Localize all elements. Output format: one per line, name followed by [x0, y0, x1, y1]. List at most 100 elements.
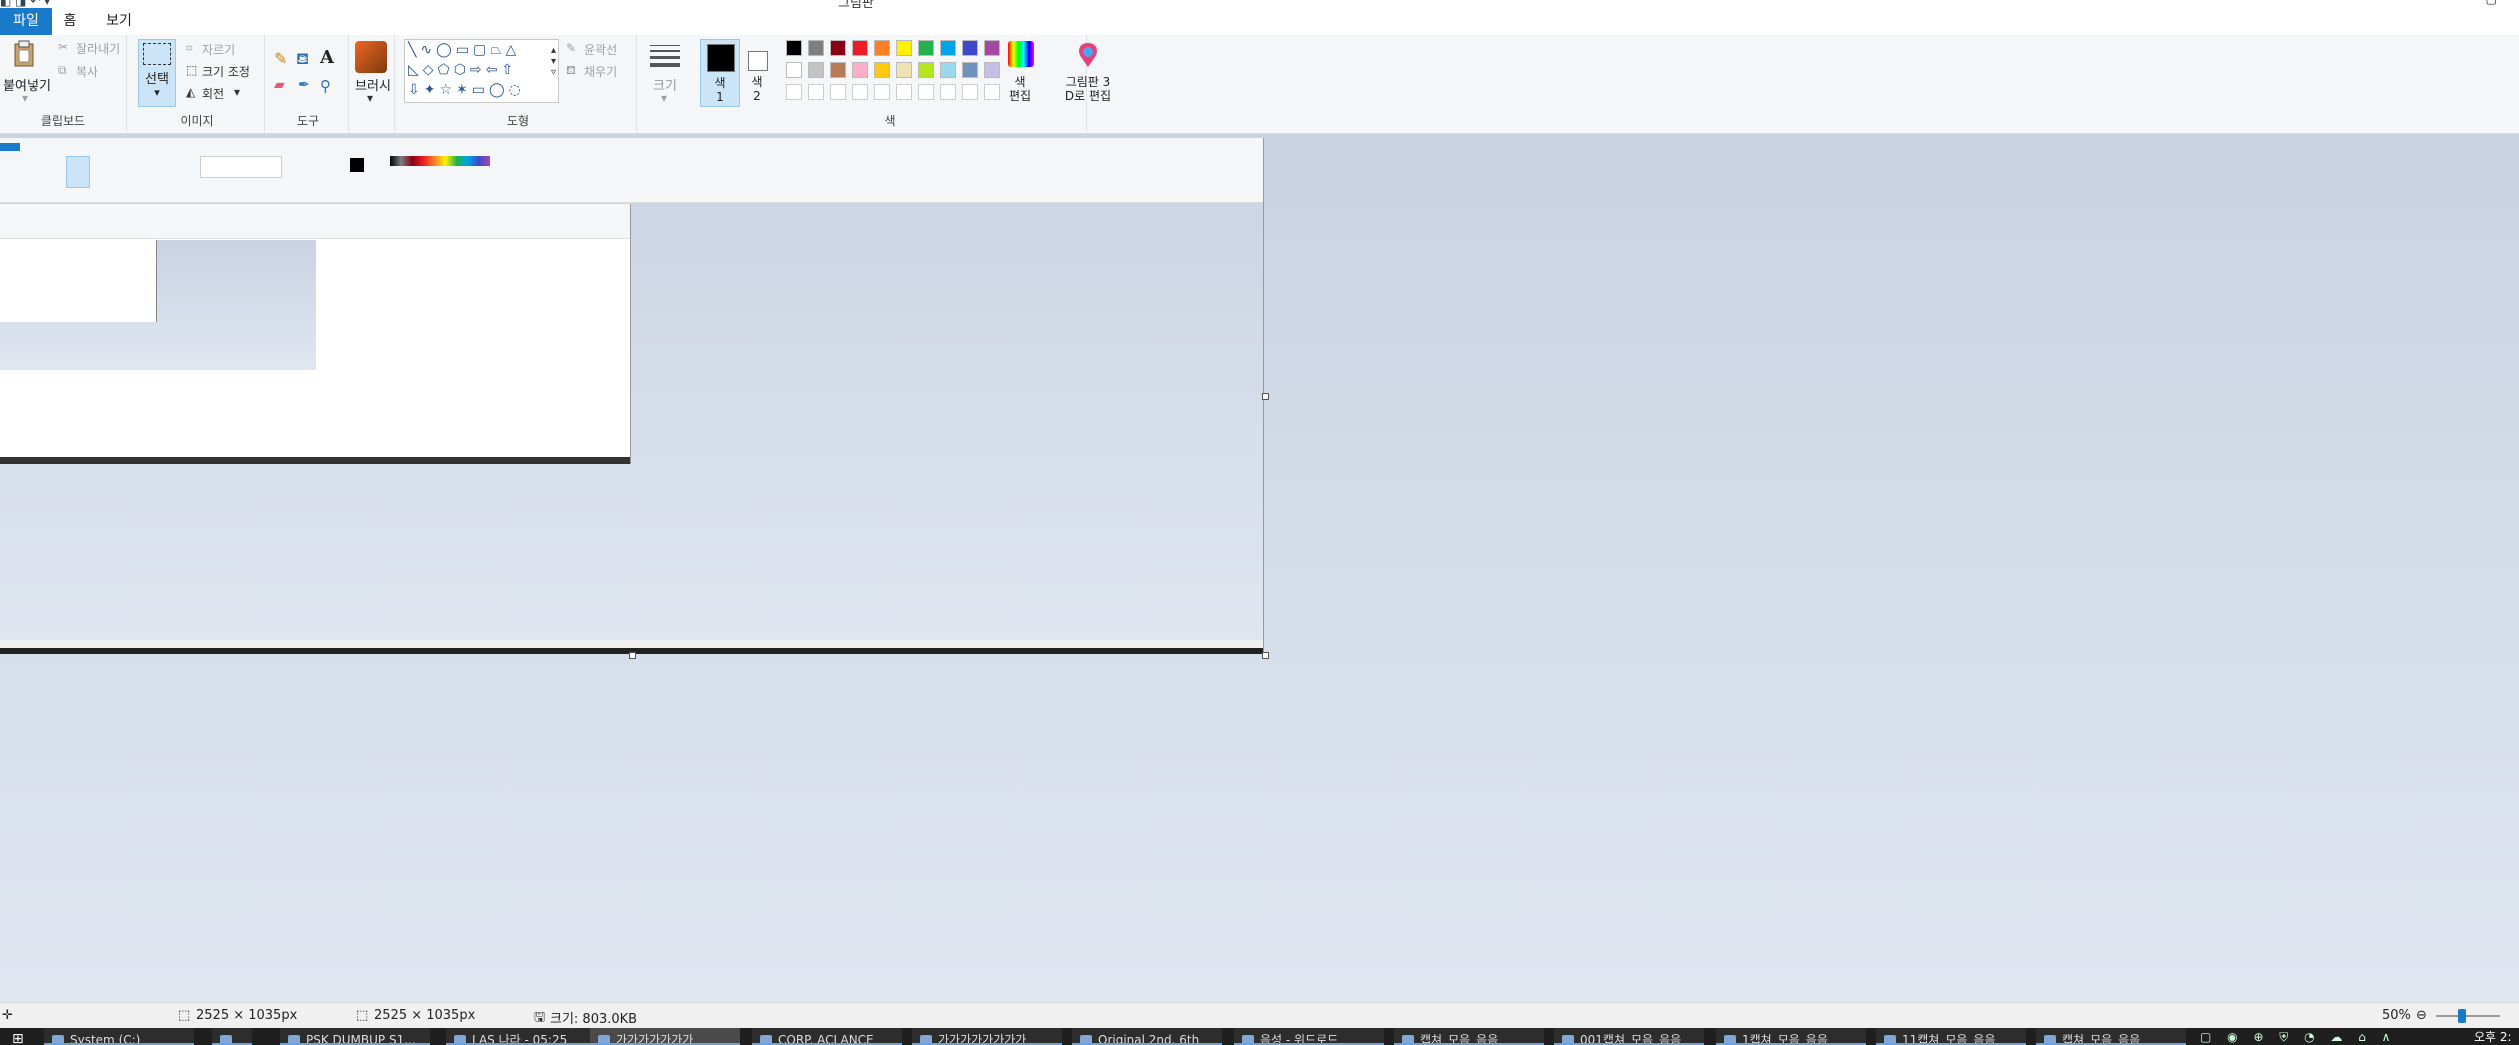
size-icon[interactable] — [650, 45, 680, 67]
ribbon: 붙여넣기 ▾ ✂ 잘라내기 ⧉ 복사 클립보드 선택 ▾ ⌗ 자르기 ⬚ 크기 … — [0, 35, 2519, 134]
resize-handle-right[interactable] — [1262, 393, 1269, 400]
palette-swatch[interactable] — [918, 62, 934, 78]
palette-swatch[interactable] — [940, 84, 956, 100]
palette-swatch[interactable] — [808, 40, 824, 56]
palette-swatch[interactable] — [786, 40, 802, 56]
color1-button[interactable]: 색 1 — [700, 39, 740, 107]
taskbar-item[interactable]: 11캡쳐_모음_음음 — [1876, 1028, 2026, 1045]
palette-swatch[interactable] — [786, 62, 802, 78]
palette-swatch[interactable] — [962, 62, 978, 78]
palette-swatch[interactable] — [830, 84, 846, 100]
palette-swatch[interactable] — [830, 40, 846, 56]
taskbar-item[interactable]: 캡쳐_모음_음음 — [2036, 1028, 2186, 1045]
taskbar-item-label: System (C:) — [70, 1033, 141, 1045]
taskbar-clock[interactable]: 오후 2: — [2474, 1028, 2512, 1045]
select-button[interactable]: 선택 ▾ — [138, 39, 176, 107]
palette-swatch[interactable] — [896, 40, 912, 56]
taskbar-item[interactable]: 1캡쳐_모음_음음 — [1716, 1028, 1866, 1045]
zoom-out-icon[interactable]: ⊖ — [2416, 1008, 2427, 1023]
quick-access-toolbar[interactable]: ◧ ◨ ↶ ▾ — [0, 0, 50, 8]
palette-swatch[interactable] — [896, 84, 912, 100]
paint3d-icon[interactable] — [1075, 41, 1101, 69]
palette-swatch[interactable] — [940, 40, 956, 56]
app-icon — [598, 1034, 610, 1043]
paint3d-button[interactable]: 그림판 3 D로 편집 — [1060, 75, 1116, 103]
edit-colors-icon[interactable] — [1008, 41, 1034, 67]
text-icon[interactable]: A — [320, 47, 334, 68]
cut-icon: ✂ — [58, 40, 69, 54]
palette-swatch[interactable] — [940, 62, 956, 78]
palette-swatch[interactable] — [918, 84, 934, 100]
app-icon — [2044, 1034, 2056, 1043]
palette-swatch[interactable] — [786, 84, 802, 100]
app-icon — [1080, 1034, 1092, 1043]
taskbar-item[interactable] — [212, 1028, 252, 1045]
palette-swatch[interactable] — [918, 40, 934, 56]
palette-swatch[interactable] — [830, 62, 846, 78]
size-dropdown-icon[interactable]: ▾ — [661, 91, 667, 105]
palette-swatch[interactable] — [808, 84, 824, 100]
fill-button[interactable]: 채우기 — [584, 63, 617, 80]
edit-colors-button[interactable]: 색 편집 — [1000, 75, 1040, 103]
palette-swatch[interactable] — [984, 62, 1000, 78]
rotate-dropdown-icon[interactable]: ▾ — [234, 85, 240, 99]
taskbar-item[interactable]: 001캡쳐_모음_음음 — [1554, 1028, 1704, 1045]
taskbar-item[interactable]: LAS 나라 - 05:25 — [446, 1028, 596, 1045]
palette-swatch[interactable] — [852, 40, 868, 56]
resize-button[interactable]: 크기 조정 — [202, 63, 250, 80]
shapes-scroll-icon[interactable]: ▴ ▾ ▿ — [551, 45, 556, 78]
copy-button[interactable]: 복사 — [76, 63, 98, 80]
maximize-icon[interactable]: ▢ — [2486, 0, 2497, 6]
tools-group-label: 도구 — [296, 114, 320, 128]
rotate-button[interactable]: 회전 — [202, 85, 224, 102]
shapes-group-label: 도형 — [506, 114, 530, 128]
palette-swatch[interactable] — [852, 62, 868, 78]
tab-view[interactable]: 보기 — [98, 8, 140, 35]
color-picker-icon[interactable]: ✒ — [298, 77, 310, 93]
palette-swatch[interactable] — [852, 84, 868, 100]
taskbar-item[interactable]: Original 2nd. 6th — [1072, 1028, 1222, 1045]
color2-button[interactable]: 색 2 — [742, 39, 772, 105]
cursor-position-icon: ✛ — [2, 1008, 13, 1023]
palette-swatch[interactable] — [808, 62, 824, 78]
taskbar-item[interactable]: 가가가가가가가가 — [912, 1028, 1062, 1045]
taskbar-item[interactable]: 음성 - 위드로드 — [1234, 1028, 1384, 1045]
resize-handle-bottom[interactable] — [629, 652, 636, 659]
pencil-icon[interactable]: ✎ — [274, 49, 287, 68]
taskbar-item[interactable]: System (C:) — [44, 1028, 194, 1045]
taskbar-item[interactable]: 캡쳐_모음_음음 — [1394, 1028, 1544, 1045]
image-canvas[interactable] — [0, 138, 1264, 654]
start-icon[interactable]: ⊞ — [12, 1031, 24, 1045]
palette-swatch[interactable] — [896, 62, 912, 78]
palette-swatch[interactable] — [874, 62, 890, 78]
brushes-dropdown-icon[interactable]: ▾ — [367, 91, 373, 105]
paste-icon[interactable] — [13, 40, 35, 68]
palette-swatch[interactable] — [984, 40, 1000, 56]
taskbar-item[interactable]: CORP. ACLANCE — [752, 1028, 902, 1045]
tab-home[interactable]: 홈 — [52, 8, 88, 35]
cut-button[interactable]: 잘라내기 — [76, 40, 120, 57]
paste-dropdown-icon[interactable]: ▾ — [22, 91, 28, 105]
magnifier-icon[interactable]: ⚲ — [320, 77, 331, 95]
taskbar-item[interactable]: 가가가가가가가 — [590, 1028, 740, 1045]
crop-button[interactable]: 자르기 — [202, 41, 235, 58]
eraser-icon[interactable]: ▰ — [274, 77, 285, 93]
palette-swatch[interactable] — [984, 84, 1000, 100]
shapes-gallery[interactable]: ╲∿◯▭▢⏢△ ◺◇⬠⬡⇨⇦⇧ ⇩✦☆✶▭◯◌ — [404, 39, 559, 103]
app-icon — [920, 1034, 932, 1043]
palette-swatch[interactable] — [962, 40, 978, 56]
zoom-slider-thumb[interactable] — [2458, 1009, 2466, 1023]
taskbar: ⊞ System (C:) PSK DUMBUP S1... LAS 나라 - 05… — [0, 1028, 2519, 1045]
zoom-slider[interactable] — [2436, 1009, 2500, 1023]
system-tray[interactable]: ▢ ◉ ⊕ ⛨ ◔ ☁ ⌂ ∧ — [2200, 1030, 2396, 1045]
outline-button[interactable]: 윤곽선 — [584, 41, 617, 58]
tab-file[interactable]: 파일 — [0, 8, 52, 35]
canvas-workspace[interactable] — [0, 134, 2519, 1002]
palette-swatch[interactable] — [874, 84, 890, 100]
resize-handle-corner[interactable] — [1262, 652, 1269, 659]
fill-bucket-icon[interactable]: ⛾ — [296, 49, 309, 70]
taskbar-item[interactable]: PSK DUMBUP S1... — [280, 1028, 430, 1045]
brushes-icon[interactable] — [355, 41, 387, 73]
palette-swatch[interactable] — [874, 40, 890, 56]
palette-swatch[interactable] — [962, 84, 978, 100]
